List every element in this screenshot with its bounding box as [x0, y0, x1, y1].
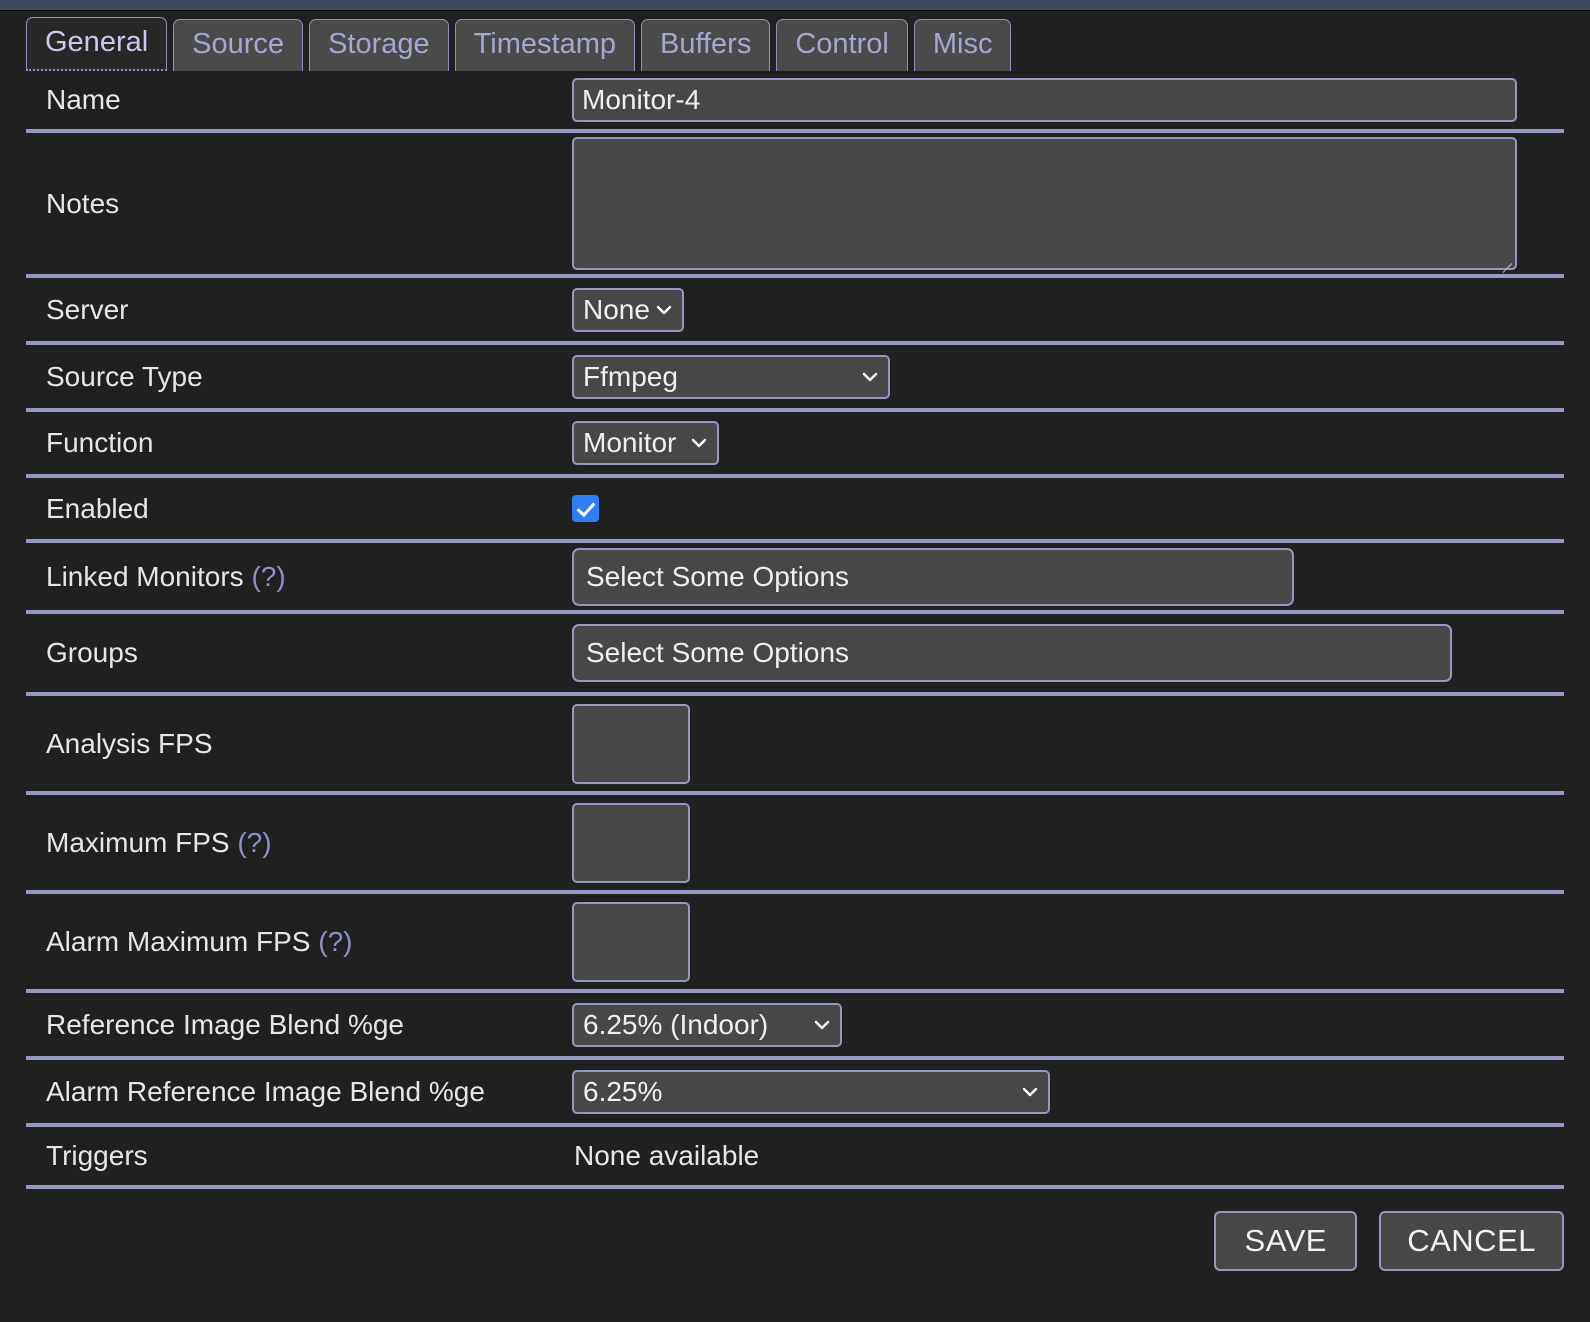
row-alarm-reference-blend: Alarm Reference Image Blend %ge 6.25% — [26, 1056, 1564, 1123]
field-linked-monitors: Select Some Options — [572, 547, 1564, 606]
alarm-maximum-fps-input[interactable] — [572, 901, 690, 982]
form-actions: SAVE CANCEL — [0, 1189, 1590, 1271]
maximum-fps-label-text: Maximum FPS — [46, 826, 230, 858]
chevron-down-icon — [814, 1017, 830, 1033]
alarm-reference-blend-select-value: 6.25% — [583, 1075, 663, 1107]
analysis-fps-input[interactable] — [572, 703, 690, 784]
row-linked-monitors: Linked Monitors (?) Select Some Options — [26, 539, 1564, 610]
window-titlebar — [0, 0, 1590, 11]
alarm-maximum-fps-label-text: Alarm Maximum FPS — [46, 925, 311, 957]
tab-control-label: Control — [795, 28, 889, 60]
field-function: Monitor — [572, 421, 1564, 465]
label-alarm-reference-blend: Alarm Reference Image Blend %ge — [46, 1075, 485, 1107]
tab-storage[interactable]: Storage — [309, 19, 449, 71]
reference-blend-select-value: 6.25% (Indoor) — [583, 1008, 769, 1040]
field-source-type: Ffmpeg — [572, 354, 1564, 399]
name-input[interactable] — [572, 78, 1517, 122]
function-select[interactable]: Monitor — [572, 421, 719, 465]
field-maximum-fps — [572, 802, 1564, 883]
groups-placeholder: Select Some Options — [586, 637, 850, 668]
label-source-type: Source Type — [46, 360, 203, 392]
label-name: Name — [46, 84, 121, 115]
cancel-button[interactable]: CANCEL — [1379, 1211, 1564, 1271]
label-notes: Notes — [46, 187, 120, 219]
linked-monitors-label-text: Linked Monitors — [46, 560, 244, 592]
maximum-fps-input[interactable] — [572, 802, 690, 883]
field-enabled — [572, 495, 1564, 522]
row-analysis-fps: Analysis FPS — [26, 692, 1564, 791]
help-icon[interactable]: (?) — [237, 827, 271, 858]
notes-wrapper — [572, 137, 1517, 274]
chevron-down-icon — [656, 302, 672, 318]
row-function: Function Monitor — [26, 408, 1564, 474]
field-server: None — [572, 287, 1564, 332]
save-button[interactable]: SAVE — [1214, 1211, 1358, 1271]
row-groups: Groups Select Some Options — [26, 610, 1564, 692]
tab-buffers[interactable]: Buffers — [640, 19, 771, 71]
field-alarm-maximum-fps — [572, 901, 1564, 982]
notes-textarea[interactable] — [572, 137, 1517, 270]
label-linked-monitors: Linked Monitors (?) — [26, 561, 572, 593]
source-type-select-value: Ffmpeg — [583, 360, 678, 392]
tab-control[interactable]: Control — [776, 19, 908, 71]
row-source-type: Source Type Ffmpeg — [26, 341, 1564, 408]
row-enabled: Enabled — [26, 474, 1564, 539]
tab-buffers-label: Buffers — [659, 28, 752, 60]
label-triggers: Triggers — [46, 1140, 148, 1171]
tab-storage-label: Storage — [328, 28, 430, 60]
label-maximum-fps: Maximum FPS (?) — [26, 827, 572, 859]
row-maximum-fps: Maximum FPS (?) — [26, 791, 1564, 890]
triggers-value: None available — [574, 1140, 760, 1171]
config-tabstrip: General Source Storage Timestamp Buffers… — [0, 11, 1590, 71]
row-name: Name — [26, 71, 1564, 129]
help-icon[interactable]: (?) — [318, 926, 352, 957]
tab-misc[interactable]: Misc — [913, 19, 1012, 71]
field-alarm-reference-blend: 6.25% — [572, 1069, 1564, 1114]
label-reference-blend: Reference Image Blend %ge — [46, 1008, 404, 1040]
enabled-checkbox[interactable] — [572, 495, 599, 522]
label-function: Function — [46, 427, 154, 458]
label-groups: Groups — [46, 637, 138, 668]
tab-timestamp-label: Timestamp — [473, 28, 616, 60]
reference-blend-select[interactable]: 6.25% (Indoor) — [572, 1002, 842, 1047]
linked-monitors-multiselect[interactable]: Select Some Options — [572, 547, 1294, 606]
source-type-select[interactable]: Ffmpeg — [572, 354, 890, 399]
label-analysis-fps: Analysis FPS — [46, 727, 213, 759]
chevron-down-icon — [1022, 1084, 1038, 1100]
field-groups: Select Some Options — [572, 624, 1564, 682]
server-select-value: None — [583, 293, 650, 325]
groups-multiselect[interactable]: Select Some Options — [572, 624, 1452, 682]
field-name — [572, 78, 1564, 122]
function-select-value: Monitor — [583, 427, 677, 458]
row-server: Server None — [26, 274, 1564, 341]
chevron-down-icon — [862, 369, 878, 385]
field-notes — [572, 137, 1564, 274]
label-alarm-maximum-fps: Alarm Maximum FPS (?) — [26, 926, 572, 958]
tab-misc-label: Misc — [932, 28, 993, 60]
row-alarm-maximum-fps: Alarm Maximum FPS (?) — [26, 890, 1564, 989]
tab-source[interactable]: Source — [173, 19, 304, 71]
label-server: Server — [46, 293, 129, 325]
field-analysis-fps — [572, 703, 1564, 784]
server-select[interactable]: None — [572, 287, 684, 332]
tab-timestamp[interactable]: Timestamp — [454, 19, 635, 71]
alarm-reference-blend-select[interactable]: 6.25% — [572, 1069, 1050, 1114]
tab-source-label: Source — [192, 28, 285, 60]
row-triggers: Triggers None available — [26, 1123, 1564, 1185]
field-triggers: None available — [572, 1140, 1564, 1172]
linked-monitors-placeholder: Select Some Options — [586, 560, 850, 592]
monitor-config-page: General Source Storage Timestamp Buffers… — [0, 11, 1590, 1322]
help-icon[interactable]: (?) — [251, 561, 285, 592]
chevron-down-icon — [691, 435, 707, 451]
field-reference-blend: 6.25% (Indoor) — [572, 1002, 1564, 1047]
row-reference-blend: Reference Image Blend %ge 6.25% (Indoor) — [26, 989, 1564, 1056]
tab-general[interactable]: General — [26, 17, 168, 71]
label-enabled: Enabled — [46, 492, 149, 524]
tab-general-label: General — [45, 26, 149, 58]
row-notes: Notes — [26, 129, 1564, 274]
